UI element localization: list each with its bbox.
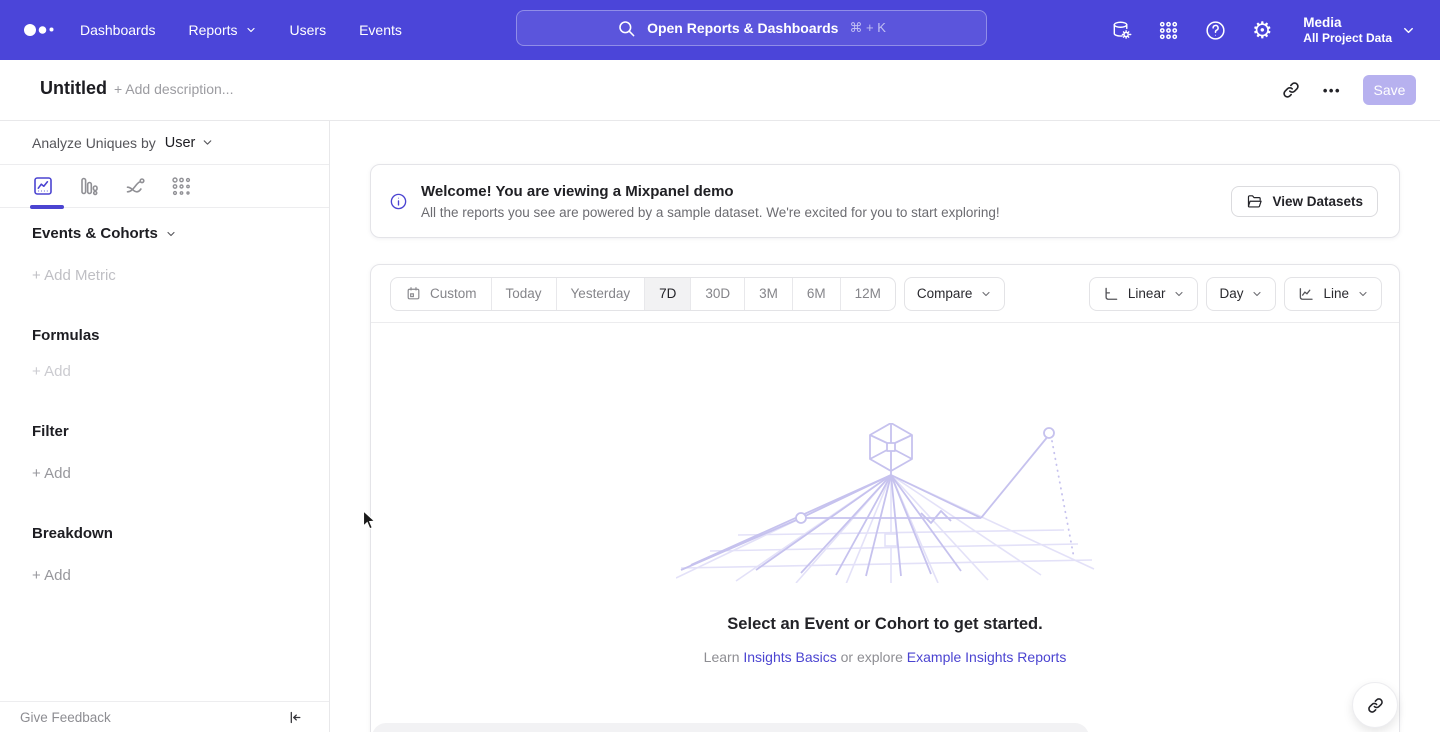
collapse-sidebar-icon[interactable]	[286, 709, 303, 726]
events-cohorts-section[interactable]: Events & Cohorts	[32, 225, 177, 242]
date-range-custom[interactable]: Custom	[391, 278, 491, 310]
query-builder-sidebar: Analyze Uniques by User	[0, 121, 330, 732]
chevron-down-icon	[245, 24, 257, 36]
chevron-down-icon	[980, 288, 992, 300]
line-chart-icon	[1297, 285, 1315, 303]
more-options-icon[interactable]: •••	[1323, 83, 1341, 98]
tab-insights-icon[interactable]	[32, 175, 54, 197]
welcome-banner: Welcome! You are viewing a Mixpanel demo…	[370, 164, 1400, 238]
help-icon[interactable]	[1203, 18, 1227, 42]
chevron-down-icon	[1173, 288, 1185, 300]
report-title[interactable]: Untitled	[40, 78, 107, 99]
chevron-down-icon	[1251, 288, 1263, 300]
tab-flows-icon[interactable]	[124, 175, 146, 197]
tab-retention-icon[interactable]	[170, 175, 192, 197]
scale-dropdown[interactable]: Linear	[1089, 277, 1199, 311]
nav-dashboards[interactable]: Dashboards	[80, 22, 156, 38]
banner-title: Welcome! You are viewing a Mixpanel demo	[421, 183, 1231, 200]
primary-nav: Dashboards Reports Users Events	[80, 0, 402, 60]
calendar-icon	[405, 285, 422, 302]
date-range-3m[interactable]: 3M	[744, 278, 792, 310]
chevron-down-icon	[1357, 288, 1369, 300]
give-feedback-link[interactable]: Give Feedback	[20, 710, 111, 725]
save-button[interactable]: Save	[1363, 75, 1416, 105]
view-datasets-button[interactable]: View Datasets	[1231, 186, 1378, 217]
chevron-down-icon	[1401, 23, 1416, 38]
chart-type-dropdown[interactable]: Line	[1284, 277, 1382, 311]
analyze-label: Analyze Uniques by	[32, 135, 156, 151]
date-range-7d[interactable]: 7D	[644, 278, 690, 310]
compare-dropdown[interactable]: Compare	[904, 277, 1006, 311]
breakdown-section-title: Breakdown	[32, 525, 113, 542]
chart-toolbar: Custom Today Yesterday 7D 30D 3M 6M 12M …	[371, 265, 1399, 323]
add-formula-button[interactable]: + Add	[32, 363, 71, 380]
top-right-controls: ⚙ Media All Project Data	[1109, 0, 1440, 60]
insights-basics-link[interactable]: Insights Basics	[743, 649, 836, 665]
empty-state-title: Select an Event or Cohort to get started…	[371, 615, 1399, 634]
global-search-input[interactable]: Open Reports & Dashboards ⌘ + K	[516, 10, 987, 46]
date-range-today[interactable]: Today	[491, 278, 556, 310]
add-filter-button[interactable]: + Add	[32, 465, 71, 482]
visualization-tabs	[0, 165, 329, 208]
empty-state-links: Learn Insights Basics or explore Example…	[371, 649, 1399, 665]
date-range-yesterday[interactable]: Yesterday	[556, 278, 645, 310]
mixpanel-insights-app: Dashboards Reports Users Events Open Rep…	[0, 0, 1440, 732]
search-icon	[617, 19, 636, 38]
chevron-down-icon	[201, 136, 214, 149]
data-management-icon[interactable]	[1109, 18, 1133, 42]
date-range-30d[interactable]: 30D	[690, 278, 744, 310]
date-range-6m[interactable]: 6M	[792, 278, 840, 310]
chevron-down-icon	[165, 228, 177, 240]
nav-users[interactable]: Users	[290, 22, 327, 38]
date-range-12m[interactable]: 12M	[840, 278, 895, 310]
search-placeholder: Open Reports & Dashboards	[647, 20, 838, 36]
project-name: Media	[1303, 14, 1392, 31]
add-metric-button[interactable]: + Add Metric	[32, 267, 116, 284]
report-header: Untitled + Add description... ••• Save	[0, 60, 1440, 121]
copy-link-icon[interactable]	[1281, 80, 1301, 100]
analyze-by-dropdown[interactable]: User	[165, 135, 215, 151]
nav-reports[interactable]: Reports	[189, 22, 257, 38]
date-range-control: Custom Today Yesterday 7D 30D 3M 6M 12M	[390, 277, 896, 311]
top-nav: Dashboards Reports Users Events Open Rep…	[0, 0, 1440, 60]
floating-copy-link-button[interactable]	[1352, 682, 1398, 728]
search-shortcut: ⌘ + K	[849, 20, 886, 36]
interval-dropdown[interactable]: Day	[1206, 277, 1276, 311]
folder-icon	[1246, 193, 1263, 210]
project-switcher[interactable]: Media All Project Data	[1303, 14, 1416, 46]
data-table-drawer-handle[interactable]	[372, 723, 1089, 732]
example-insights-reports-link[interactable]: Example Insights Reports	[907, 649, 1067, 665]
analyze-row: Analyze Uniques by User	[0, 121, 329, 165]
banner-subtitle: All the reports you see are powered by a…	[421, 205, 1231, 220]
report-description-placeholder[interactable]: + Add description...	[114, 81, 233, 97]
add-breakdown-button[interactable]: + Add	[32, 567, 71, 584]
linear-axis-icon	[1102, 285, 1120, 303]
settings-gear-icon[interactable]: ⚙	[1250, 18, 1274, 42]
filter-section-title: Filter	[32, 423, 69, 440]
mixpanel-logo-icon[interactable]	[22, 18, 78, 42]
tab-funnels-icon[interactable]	[78, 175, 100, 197]
nav-events[interactable]: Events	[359, 22, 402, 38]
insights-chart-card: Custom Today Yesterday 7D 30D 3M 6M 12M …	[370, 264, 1400, 732]
main-content: Welcome! You are viewing a Mixpanel demo…	[331, 121, 1440, 732]
info-icon	[389, 192, 408, 211]
apps-grid-icon[interactable]	[1156, 18, 1180, 42]
formulas-section-title: Formulas	[32, 327, 100, 344]
project-scope: All Project Data	[1303, 31, 1392, 46]
empty-state-illustration	[676, 423, 1096, 583]
active-tab-underline	[30, 205, 64, 209]
